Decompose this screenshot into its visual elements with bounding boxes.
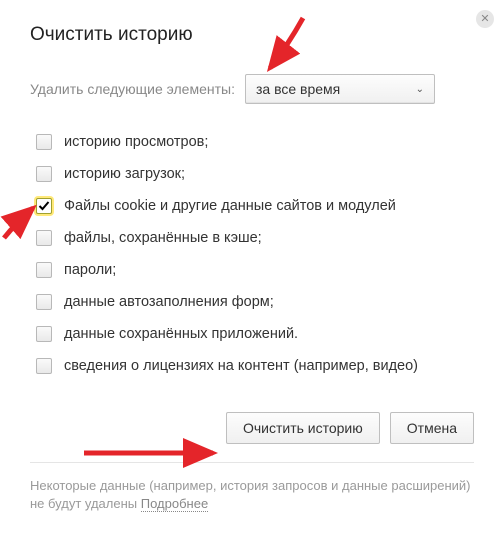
option-label: файлы, сохранённые в кэше;	[64, 230, 262, 246]
option-row: файлы, сохранённые в кэше;	[30, 222, 474, 254]
checkbox[interactable]	[36, 358, 52, 374]
option-row: данные сохранённых приложений.	[30, 318, 474, 350]
clear-button[interactable]: Очистить историю	[226, 412, 380, 444]
option-label: историю загрузок;	[64, 166, 185, 182]
checkbox[interactable]	[36, 230, 52, 246]
option-row: данные автозаполнения форм;	[30, 286, 474, 318]
period-select-value: за все время	[256, 81, 340, 97]
option-label: данные сохранённых приложений.	[64, 326, 298, 342]
dialog-buttons: Очистить историю Отмена	[30, 402, 474, 462]
dialog-title: Очистить историю	[30, 24, 474, 46]
footer-link[interactable]: Подробнее	[141, 496, 208, 512]
checkbox[interactable]	[36, 198, 52, 214]
options-list: историю просмотров; историю загрузок; Файл…	[30, 126, 474, 382]
clear-history-dialog: ✕ Очистить историю Удалить следующие эле…	[0, 0, 504, 529]
option-row: историю просмотров;	[30, 126, 474, 158]
option-row: пароли;	[30, 254, 474, 286]
period-row: Удалить следующие элементы: за все время…	[30, 74, 474, 104]
period-label: Удалить следующие элементы:	[30, 81, 235, 97]
option-label: пароли;	[64, 262, 116, 278]
cancel-button[interactable]: Отмена	[390, 412, 474, 444]
option-label: сведения о лицензиях на контент (наприме…	[64, 358, 418, 374]
checkbox[interactable]	[36, 134, 52, 150]
footer-text: Некоторые данные (например, история запр…	[30, 478, 471, 511]
checkbox[interactable]	[36, 294, 52, 310]
footer-note: Некоторые данные (например, история запр…	[30, 462, 474, 513]
close-icon[interactable]: ✕	[476, 10, 494, 28]
option-row: историю загрузок;	[30, 158, 474, 190]
period-select[interactable]: за все время ⌄	[245, 74, 435, 104]
checkbox[interactable]	[36, 166, 52, 182]
option-label: данные автозаполнения форм;	[64, 294, 274, 310]
option-row: Файлы cookie и другие данные сайтов и мо…	[30, 190, 474, 222]
chevron-down-icon: ⌄	[416, 84, 424, 95]
option-label: Файлы cookie и другие данные сайтов и мо…	[64, 198, 396, 214]
option-row: сведения о лицензиях на контент (наприме…	[30, 350, 474, 382]
option-label: историю просмотров;	[64, 134, 208, 150]
checkbox[interactable]	[36, 262, 52, 278]
checkbox[interactable]	[36, 326, 52, 342]
